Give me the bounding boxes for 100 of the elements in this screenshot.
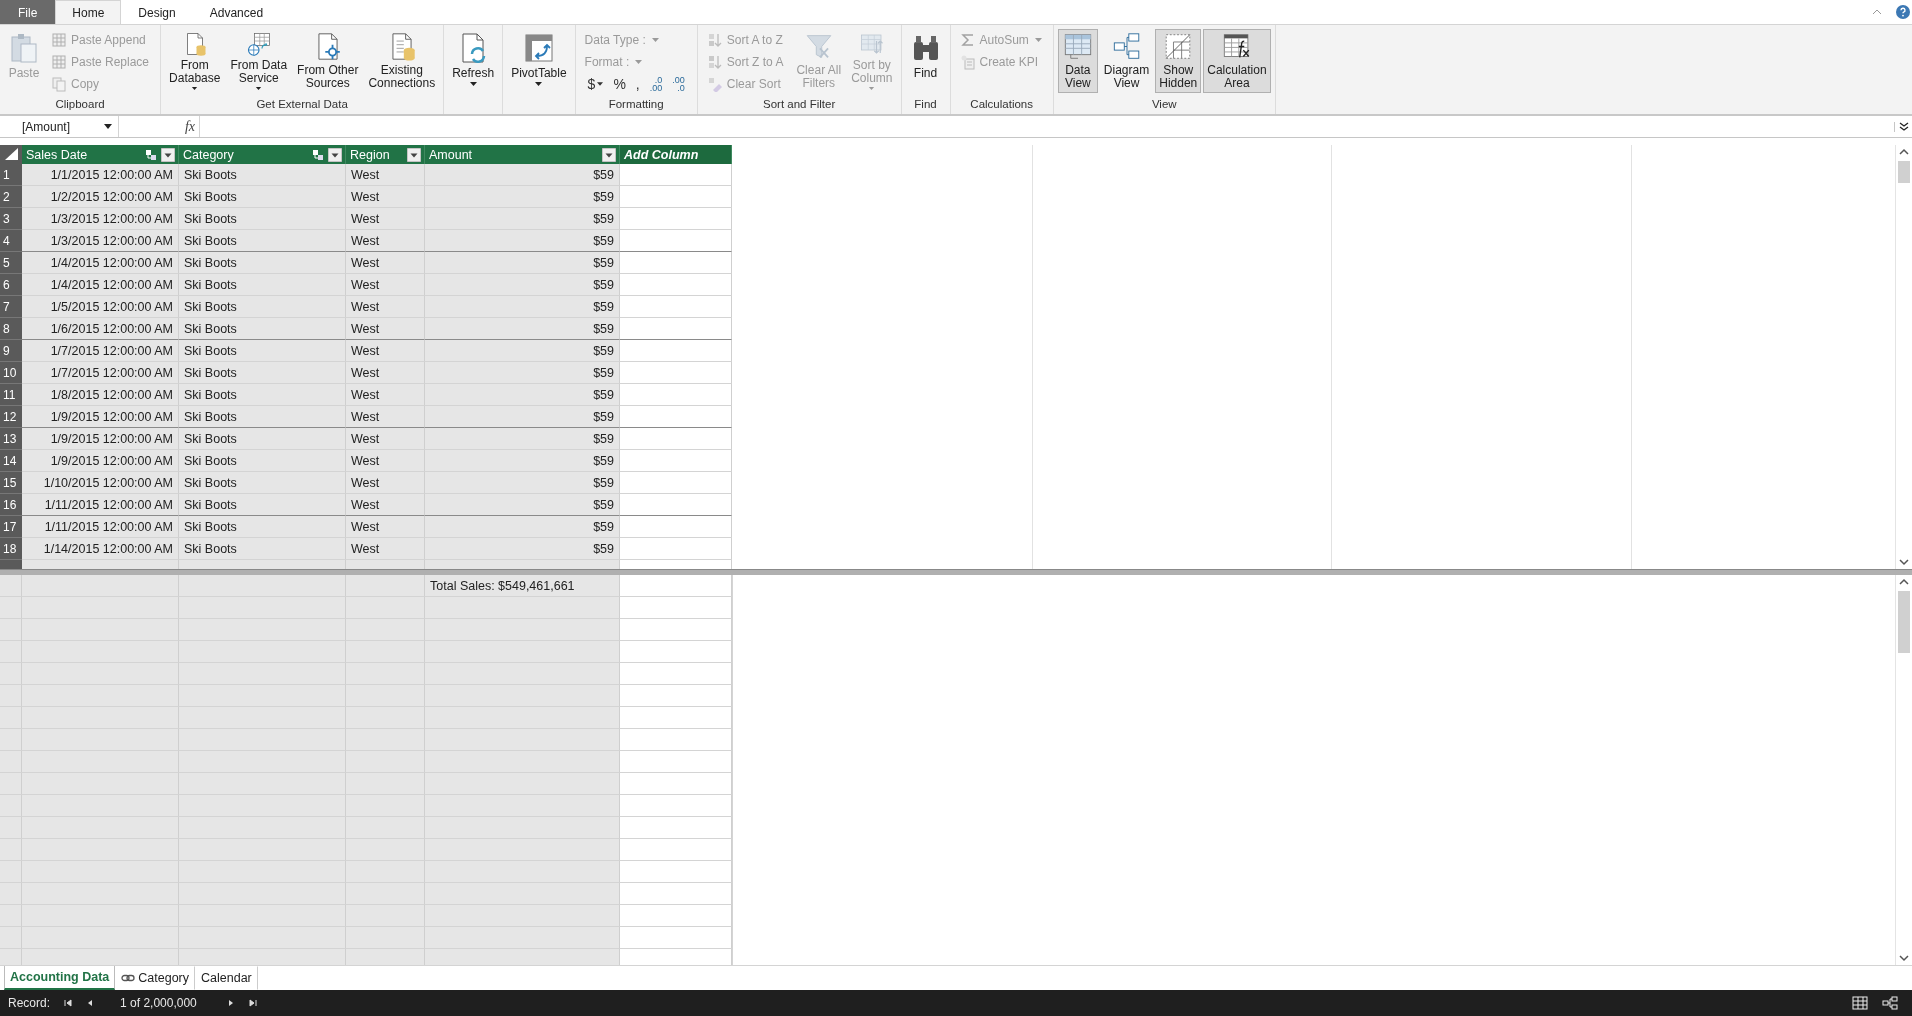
row-number[interactable]: 1 bbox=[0, 164, 22, 186]
sort-descending-icon bbox=[706, 53, 723, 70]
select-all-icon[interactable] bbox=[0, 145, 22, 164]
table-cell: Ski Boots bbox=[179, 494, 346, 516]
column-header[interactable]: Amount bbox=[425, 145, 620, 164]
previous-record-icon[interactable] bbox=[86, 999, 95, 1007]
number-style-button[interactable]: % bbox=[609, 73, 630, 94]
row-number[interactable]: 18 bbox=[0, 538, 22, 560]
row-number[interactable]: 6 bbox=[0, 274, 22, 296]
table-cell: $59 bbox=[425, 296, 620, 318]
table-cell: West bbox=[346, 494, 425, 516]
ribbon-button[interactable]: From Data Service bbox=[226, 29, 292, 93]
row-number[interactable]: 12 bbox=[0, 406, 22, 428]
table-cell: $59 bbox=[425, 252, 620, 274]
sort-ascending-icon bbox=[706, 31, 723, 48]
next-record-icon[interactable] bbox=[226, 999, 235, 1007]
expand-icon[interactable] bbox=[1894, 121, 1909, 132]
table-cell: 1/2/2015 12:00:00 AM bbox=[22, 186, 179, 208]
row-number[interactable]: 10 bbox=[0, 362, 22, 384]
row-number[interactable]: 13 bbox=[0, 428, 22, 450]
table-cell: $59 bbox=[425, 494, 620, 516]
number-style-button[interactable]: $ bbox=[583, 73, 608, 94]
measure-cell[interactable]: Total Sales: $549,461,661 bbox=[425, 575, 620, 597]
row-number[interactable]: 8 bbox=[0, 318, 22, 340]
table-cell: $59 bbox=[425, 230, 620, 252]
record-label: Record: bbox=[8, 996, 51, 1010]
column-header[interactable]: Category bbox=[179, 145, 346, 164]
ribbon-button[interactable]: From Database bbox=[165, 29, 225, 93]
first-record-icon[interactable] bbox=[64, 999, 73, 1007]
table-cell: $59 bbox=[425, 516, 620, 538]
table-cell: $59 bbox=[425, 450, 620, 472]
table-cell: Ski Boots bbox=[179, 450, 346, 472]
ribbon-tab[interactable]: Design bbox=[121, 0, 193, 24]
row-number[interactable]: 15 bbox=[0, 472, 22, 494]
group-label: Formatting bbox=[607, 98, 665, 112]
ribbon-button[interactable]: Refresh bbox=[448, 29, 499, 93]
table-cell: 1/9/2015 12:00:00 AM bbox=[22, 450, 179, 472]
row-number[interactable]: 7 bbox=[0, 296, 22, 318]
row-number[interactable]: 3 bbox=[0, 208, 22, 230]
grid-view-icon[interactable] bbox=[1852, 996, 1868, 1010]
scrollbar-thumb[interactable] bbox=[1898, 161, 1910, 183]
table-cell: 1/11/2015 12:00:00 AM bbox=[22, 516, 179, 538]
table-cell: Ski Boots bbox=[179, 318, 346, 340]
table-cell: Ski Boots bbox=[179, 472, 346, 494]
decimal-places-button[interactable]: .00 .0 bbox=[668, 73, 689, 94]
filter-button[interactable] bbox=[602, 147, 616, 162]
table-cell: Ski Boots bbox=[179, 384, 346, 406]
ribbon-tab[interactable]: Home bbox=[55, 0, 122, 24]
table-cell: Ski Boots bbox=[179, 516, 346, 538]
row-number[interactable]: 4 bbox=[0, 230, 22, 252]
decimal-places-button[interactable]: .0 .00 bbox=[645, 73, 667, 94]
ribbon-button[interactable]: Find bbox=[905, 29, 946, 93]
table-cell: West bbox=[346, 296, 425, 318]
table-cell: Ski Boots bbox=[179, 538, 346, 560]
column-header[interactable]: Region bbox=[346, 145, 425, 164]
ribbon-button[interactable]: Diagram View bbox=[1099, 29, 1154, 93]
row-number[interactable]: 9 bbox=[0, 340, 22, 362]
row-number[interactable]: 14 bbox=[0, 450, 22, 472]
row-number[interactable]: 17 bbox=[0, 516, 22, 538]
ribbon-button[interactable]: Calculation Area bbox=[1203, 29, 1271, 93]
table-cell: Ski Boots bbox=[179, 340, 346, 362]
file-tab[interactable]: File bbox=[0, 0, 56, 24]
scrollbar-thumb[interactable] bbox=[1898, 591, 1910, 653]
help-icon[interactable] bbox=[1896, 5, 1910, 19]
table-cell: West bbox=[346, 318, 425, 340]
row-number[interactable]: 16 bbox=[0, 494, 22, 516]
row-number[interactable]: 5 bbox=[0, 252, 22, 274]
table-cell: West bbox=[346, 384, 425, 406]
table-cell: West bbox=[346, 274, 425, 296]
collapse-ribbon-icon[interactable] bbox=[1872, 9, 1882, 15]
table-cell: $59 bbox=[425, 428, 620, 450]
table-cell: 1/3/2015 12:00:00 AM bbox=[22, 208, 179, 230]
number-style-button[interactable]: , bbox=[631, 73, 644, 94]
copy-icon bbox=[51, 75, 67, 92]
ribbon-button[interactable]: Data View bbox=[1057, 29, 1098, 93]
table-cell: Ski Boots bbox=[179, 230, 346, 252]
filter-button[interactable] bbox=[161, 147, 175, 162]
filter-button[interactable] bbox=[328, 147, 342, 162]
table-cell: $59 bbox=[425, 472, 620, 494]
table-cell: Ski Boots bbox=[179, 164, 346, 186]
table-cell: 1/6/2015 12:00:00 AM bbox=[22, 318, 179, 340]
ribbon-button[interactable]: Show Hidden bbox=[1155, 29, 1202, 93]
ribbon-button[interactable]: From Other Sources bbox=[293, 29, 363, 93]
diagram-view-icon[interactable] bbox=[1882, 996, 1898, 1010]
table-icon bbox=[51, 31, 67, 48]
name-box[interactable]: [Amount] bbox=[0, 116, 119, 137]
ribbon-button[interactable]: Existing Connections bbox=[364, 29, 440, 93]
ribbon-button[interactable]: PivotTable bbox=[507, 29, 571, 93]
column-header[interactable]: Add Column bbox=[620, 145, 732, 164]
eraser-icon bbox=[706, 75, 723, 92]
filter-button[interactable] bbox=[407, 147, 421, 162]
ribbon-tab[interactable]: Advanced bbox=[192, 0, 281, 24]
table-cell: West bbox=[346, 340, 425, 362]
table-cell: 1/4/2015 12:00:00 AM bbox=[22, 252, 179, 274]
column-header[interactable]: Sales Date bbox=[22, 145, 179, 164]
group-label: Sort and Filter bbox=[762, 98, 837, 112]
row-number[interactable]: 11 bbox=[0, 384, 22, 406]
table-cell: Ski Boots bbox=[179, 274, 346, 296]
row-number[interactable]: 2 bbox=[0, 186, 22, 208]
last-record-icon[interactable] bbox=[248, 999, 257, 1007]
